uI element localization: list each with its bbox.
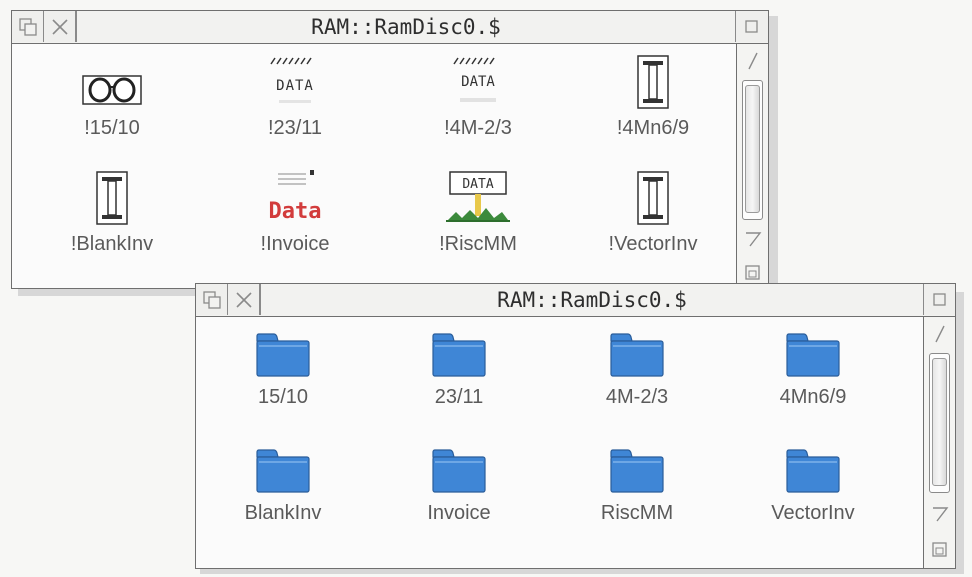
folder-icon — [254, 433, 312, 495]
front-item[interactable]: RiscMM — [552, 433, 722, 525]
item-label: RiscMM — [600, 502, 674, 524]
back-item[interactable]: !VectorInv — [568, 164, 738, 256]
front-resize-button[interactable] — [924, 533, 955, 567]
front-vertical-scrollbar[interactable] — [923, 317, 955, 568]
back-toggle-layer-button[interactable] — [12, 11, 44, 42]
front-close-button[interactable] — [228, 284, 260, 315]
data-landscape-icon: DATA — [442, 164, 514, 226]
item-label: !23/11 — [267, 117, 323, 139]
back-item[interactable]: !4Mn6/9 — [568, 48, 738, 140]
folder-icon — [784, 317, 842, 379]
back-item[interactable]: !BlankInv — [27, 164, 197, 256]
item-label: !RiscMM — [439, 233, 517, 255]
toggle-size-icon — [932, 292, 946, 306]
back-icon-area: !15/10 DATA !23/11 DATA !4M-2/3 !4Mn6/9 … — [12, 44, 736, 288]
back-item[interactable]: DATA !23/11 — [210, 48, 380, 140]
text-cursor-icon — [635, 164, 671, 226]
back-item[interactable]: Data !Invoice — [210, 164, 380, 256]
front-item[interactable]: VectorInv — [728, 433, 898, 525]
folder-icon — [784, 433, 842, 495]
item-label: 15/10 — [257, 386, 309, 408]
back-scroll-up-button[interactable] — [737, 44, 768, 78]
front-toggle-size-button[interactable] — [924, 284, 955, 315]
item-label: !15/10 — [84, 117, 140, 139]
folder-icon — [608, 317, 666, 379]
resize-icon — [744, 265, 760, 280]
back-close-button[interactable] — [44, 11, 76, 42]
item-label: !VectorInv — [608, 233, 698, 255]
close-icon — [51, 18, 68, 35]
item-label: BlankInv — [244, 502, 322, 524]
back-filer-window: RAM::RamDisc0.$ !15/10 DATA !23/11 DATA … — [11, 10, 769, 289]
front-scroll-thumb[interactable] — [932, 358, 947, 486]
front-scroll-up-button[interactable] — [924, 317, 955, 351]
item-label: Invoice — [427, 502, 491, 524]
front-item[interactable]: 15/10 — [198, 317, 368, 409]
back-item[interactable]: !15/10 — [27, 48, 197, 140]
scroll-down-arrow-icon — [745, 232, 761, 247]
scroll-up-arrow-icon — [934, 325, 945, 343]
front-filer-window: RAM::RamDisc0.$ 15/10 23/11 4M-2/3 4Mn6/… — [195, 283, 956, 569]
front-scroll-track[interactable] — [929, 353, 950, 493]
front-toggle-layer-button[interactable] — [196, 284, 228, 315]
data-red-icon: Data — [260, 164, 330, 226]
data-file-icon: DATA — [446, 48, 510, 110]
back-to-back-icon — [18, 17, 37, 36]
back-scroll-track[interactable] — [742, 80, 763, 220]
glasses-icon — [82, 48, 142, 110]
back-window-title[interactable]: RAM::RamDisc0.$ — [76, 11, 736, 42]
front-icon-area: 15/10 23/11 4M-2/3 4Mn6/9 BlankInv Invoi… — [196, 317, 923, 568]
svg-text:DATA: DATA — [461, 74, 495, 90]
folder-icon — [254, 317, 312, 379]
item-label: VectorInv — [771, 502, 855, 524]
back-scroll-thumb[interactable] — [745, 85, 760, 213]
front-item[interactable]: 4M-2/3 — [552, 317, 722, 409]
item-label: 4M-2/3 — [605, 386, 669, 408]
front-scroll-down-button[interactable] — [924, 497, 955, 531]
data-file-icon: DATA — [263, 48, 327, 110]
toggle-size-icon — [745, 19, 758, 33]
back-item[interactable]: DATA !RiscMM — [393, 164, 563, 256]
back-item[interactable]: DATA !4M-2/3 — [393, 48, 563, 140]
front-item[interactable]: BlankInv — [198, 433, 368, 525]
back-vertical-scrollbar[interactable] — [736, 44, 768, 288]
close-icon — [235, 291, 252, 308]
scroll-up-arrow-icon — [747, 52, 758, 70]
text-cursor-icon — [94, 164, 130, 226]
front-item[interactable]: 4Mn6/9 — [728, 317, 898, 409]
front-item[interactable]: 23/11 — [374, 317, 544, 409]
folder-icon — [430, 433, 488, 495]
front-window-title[interactable]: RAM::RamDisc0.$ — [260, 284, 924, 315]
item-label: !4Mn6/9 — [616, 117, 690, 139]
resize-icon — [931, 542, 947, 557]
item-label: 4Mn6/9 — [779, 386, 847, 408]
svg-text:Data: Data — [269, 199, 322, 224]
item-label: 23/11 — [434, 386, 484, 408]
front-title-bar[interactable]: RAM::RamDisc0.$ — [196, 284, 955, 317]
back-toggle-size-button[interactable] — [736, 11, 768, 42]
back-title-bar[interactable]: RAM::RamDisc0.$ — [12, 11, 768, 44]
scroll-down-arrow-icon — [932, 507, 948, 522]
item-label: !BlankInv — [70, 233, 154, 255]
folder-icon — [608, 433, 666, 495]
svg-text:DATA: DATA — [462, 177, 493, 192]
front-item[interactable]: Invoice — [374, 433, 544, 525]
text-cursor-icon — [635, 48, 671, 110]
svg-text:DATA: DATA — [276, 78, 314, 94]
folder-icon — [430, 317, 488, 379]
item-label: !Invoice — [260, 233, 330, 255]
item-label: !4M-2/3 — [444, 117, 512, 139]
back-scroll-down-button[interactable] — [737, 222, 768, 256]
back-to-back-icon — [202, 290, 221, 309]
